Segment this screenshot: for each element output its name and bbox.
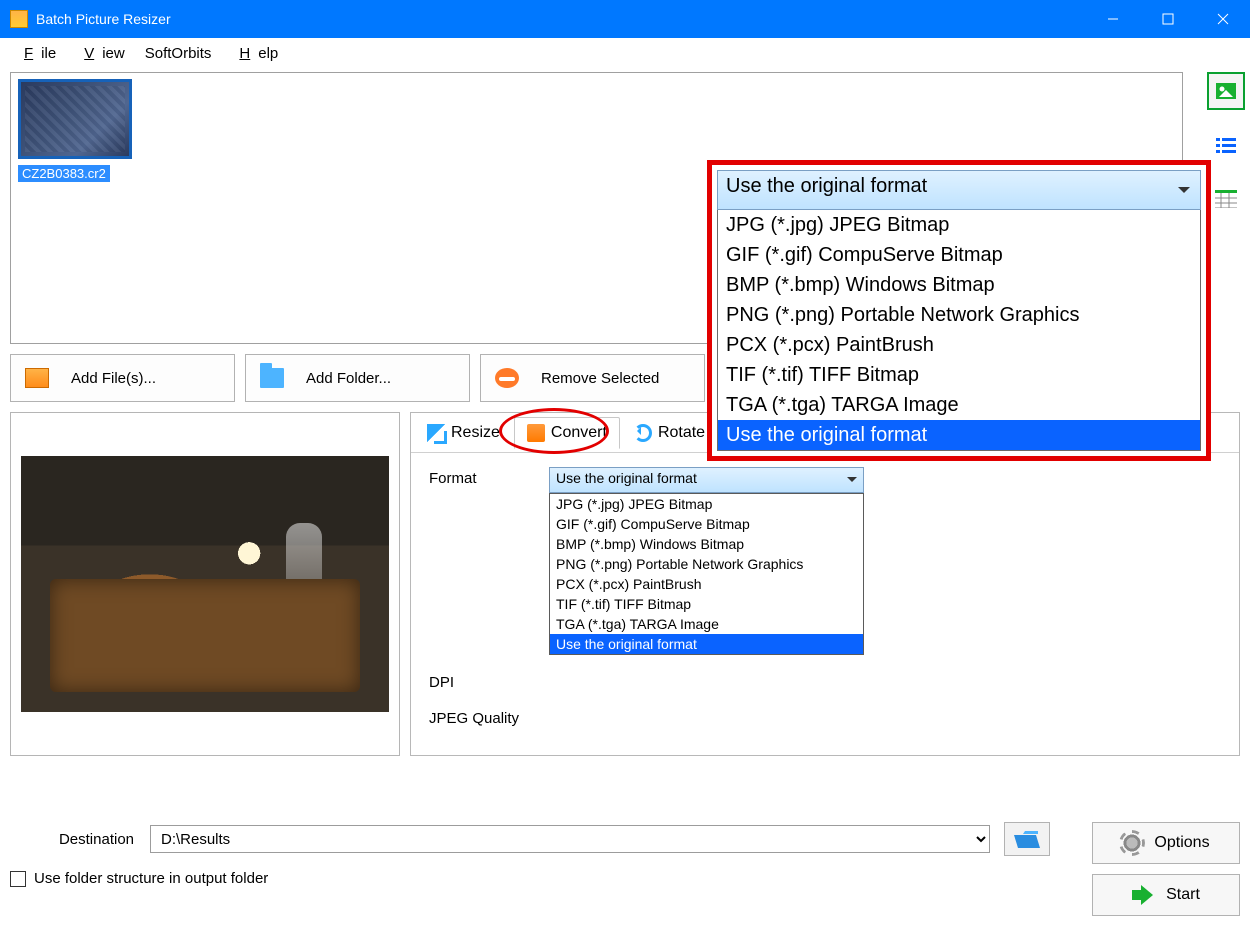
tab-convert[interactable]: Convert [514, 417, 620, 449]
format-option[interactable]: GIF (*.gif) CompuServe Bitmap [550, 514, 863, 534]
preview-image [21, 456, 389, 712]
view-details-button[interactable] [1207, 180, 1245, 218]
add-files-label: Add File(s)... [71, 370, 156, 387]
folder-icon [260, 368, 284, 388]
thumbnail-filename: CZ2B0383.cr2 [18, 165, 110, 182]
format-option[interactable]: TGA (*.tga) TARGA Image [550, 614, 863, 634]
list-icon [1215, 136, 1237, 154]
remove-selected-label: Remove Selected [541, 370, 659, 387]
view-list-button[interactable] [1207, 126, 1245, 164]
thumbnail-item[interactable]: CZ2B0383.cr2 [18, 79, 138, 183]
format-option[interactable]: TIF (*.tif) TIFF Bitmap [550, 594, 863, 614]
grid-icon [1215, 190, 1237, 208]
dpi-label: DPI [429, 671, 549, 691]
window-title: Batch Picture Resizer [36, 11, 1085, 27]
menu-file[interactable]: File [8, 42, 64, 65]
close-button[interactable] [1195, 0, 1250, 38]
view-thumbnails-button[interactable] [1207, 72, 1245, 110]
use-folder-structure-checkbox[interactable] [10, 871, 26, 887]
annotation-callout: Use the original format JPG (*.jpg) JPEG… [707, 160, 1211, 461]
format-option[interactable]: PCX (*.pcx) PaintBrush [550, 574, 863, 594]
add-files-button[interactable]: Add File(s)... [10, 354, 235, 402]
format-label: Format [429, 467, 549, 487]
remove-icon [495, 368, 519, 388]
rotate-icon [634, 424, 652, 442]
callout-format-option[interactable]: TGA (*.tga) TARGA Image [718, 390, 1200, 420]
callout-format-option[interactable]: PNG (*.png) Portable Network Graphics [718, 300, 1200, 330]
folder-open-icon [1014, 828, 1040, 850]
add-folder-button[interactable]: Add Folder... [245, 354, 470, 402]
play-arrow-icon [1132, 886, 1154, 904]
callout-format-option[interactable]: Use the original format [718, 420, 1200, 450]
menu-view[interactable]: View [68, 42, 133, 65]
format-dropdown[interactable]: Use the original format [549, 467, 864, 493]
thumbnail-image [18, 79, 132, 159]
use-folder-structure-label: Use folder structure in output folder [34, 870, 268, 887]
format-option[interactable]: BMP (*.bmp) Windows Bitmap [550, 534, 863, 554]
callout-format-option[interactable]: TIF (*.tif) TIFF Bitmap [718, 360, 1200, 390]
add-folder-label: Add Folder... [306, 370, 391, 387]
title-bar: Batch Picture Resizer [0, 0, 1250, 38]
tab-resize[interactable]: Resize [415, 418, 512, 448]
jpeg-quality-label: JPEG Quality [429, 707, 549, 727]
callout-format-option[interactable]: PCX (*.pcx) PaintBrush [718, 330, 1200, 360]
picture-icon [1215, 82, 1237, 100]
maximize-button[interactable] [1140, 0, 1195, 38]
tab-rotate[interactable]: Rotate [622, 418, 717, 448]
preview-panel [10, 412, 400, 756]
callout-format-option[interactable]: BMP (*.bmp) Windows Bitmap [718, 270, 1200, 300]
options-button[interactable]: Options [1092, 822, 1240, 864]
format-option[interactable]: PNG (*.png) Portable Network Graphics [550, 554, 863, 574]
image-file-icon [25, 368, 49, 388]
menu-help[interactable]: Help [223, 42, 286, 65]
callout-format-list[interactable]: JPG (*.jpg) JPEG BitmapGIF (*.gif) Compu… [717, 210, 1201, 451]
app-icon [10, 10, 28, 28]
destination-input[interactable]: D:\Results [150, 825, 990, 853]
minimize-button[interactable] [1085, 0, 1140, 38]
remove-selected-button[interactable]: Remove Selected [480, 354, 705, 402]
callout-format-option[interactable]: GIF (*.gif) CompuServe Bitmap [718, 240, 1200, 270]
convert-icon [527, 424, 545, 442]
format-dropdown-list[interactable]: JPG (*.jpg) JPEG BitmapGIF (*.gif) Compu… [549, 493, 864, 655]
callout-format-option[interactable]: JPG (*.jpg) JPEG Bitmap [718, 210, 1200, 240]
gear-icon [1122, 833, 1142, 853]
start-button[interactable]: Start [1092, 874, 1240, 916]
settings-panel: Resize Convert Rotate Format Use the ori… [410, 412, 1240, 756]
destination-label: Destination [10, 831, 136, 848]
browse-destination-button[interactable] [1004, 822, 1050, 856]
menu-bar: File View SoftOrbits Help [0, 38, 1250, 68]
format-option[interactable]: JPG (*.jpg) JPEG Bitmap [550, 494, 863, 514]
menu-softorbits[interactable]: SoftOrbits [137, 42, 220, 65]
resize-icon [427, 424, 445, 442]
callout-format-dropdown[interactable]: Use the original format [717, 170, 1201, 210]
format-option[interactable]: Use the original format [550, 634, 863, 654]
